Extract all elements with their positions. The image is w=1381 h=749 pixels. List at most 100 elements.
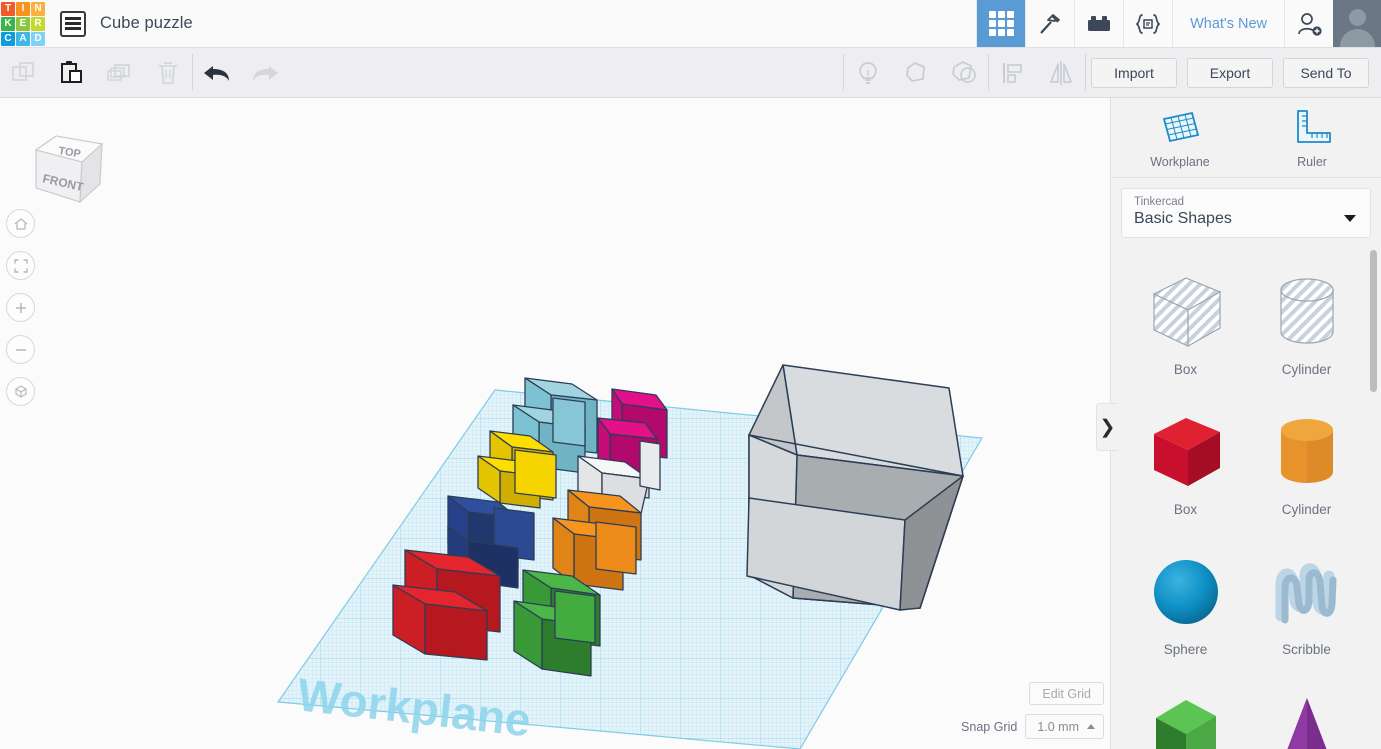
ruler-tool[interactable]: Ruler	[1275, 107, 1349, 169]
cone-icon	[1287, 698, 1326, 749]
snap-grid-label: Snap Grid	[961, 719, 1018, 734]
fit-to-view-icon	[13, 258, 28, 273]
shape-cone[interactable]	[1246, 680, 1367, 749]
copy-button[interactable]	[0, 48, 48, 97]
hide-button[interactable]	[844, 48, 892, 97]
shape-cylinder-solid-label: Cylinder	[1281, 502, 1332, 517]
shape-cylinder-solid[interactable]: Cylinder	[1246, 400, 1367, 540]
whats-new-link[interactable]: What's New	[1172, 0, 1284, 47]
paste-button[interactable]	[48, 48, 96, 97]
duplicate-button[interactable]	[96, 48, 144, 97]
duplicate-icon	[107, 63, 130, 81]
3d-viewport[interactable]: Workplane TOP FRONT Edit Grid Snap Grid …	[0, 98, 1110, 749]
add-person-icon	[1298, 12, 1322, 36]
shape-cylinder-hole-label: Cylinder	[1281, 362, 1332, 377]
shape-sphere[interactable]: Sphere	[1125, 540, 1246, 680]
undo-arrow-icon	[204, 65, 229, 81]
shape-roof[interactable]	[1125, 680, 1246, 749]
paste-icon	[61, 60, 82, 83]
shape-box-solid[interactable]: Box	[1125, 400, 1246, 540]
tab-codeblocks[interactable]	[1123, 0, 1173, 47]
box-solid-icon	[1153, 418, 1220, 486]
shape-scribble[interactable]: Scribble	[1246, 540, 1367, 680]
mirror-button[interactable]	[1037, 48, 1085, 97]
roof-wedge-icon	[1155, 700, 1216, 749]
invite-people-button[interactable]	[1284, 0, 1333, 47]
shape-box-solid-label: Box	[1173, 502, 1198, 517]
copy-icon	[12, 61, 34, 81]
delete-button[interactable]	[144, 48, 192, 97]
mirror-flip-icon	[1050, 60, 1072, 85]
send-to-button[interactable]: Send To	[1283, 58, 1369, 88]
logo-tile-k: K	[1, 16, 15, 31]
edit-toolbar: Import Export Send To	[0, 48, 1381, 98]
cylinder-solid-icon	[1280, 419, 1333, 483]
caret-up-icon	[1087, 724, 1095, 729]
import-button[interactable]: Import	[1091, 58, 1177, 88]
shapes-scrollbar[interactable]	[1370, 250, 1377, 392]
view-cube[interactable]: TOP FRONT	[18, 114, 104, 206]
tinkercad-app: T I N K E R C A D Cube puzzle What's New…	[0, 0, 1381, 749]
logo-tile-r: R	[31, 16, 45, 31]
minus-icon	[15, 348, 26, 351]
shape-box-hole-label: Box	[1173, 362, 1198, 377]
tab-3d-designs[interactable]	[976, 0, 1026, 47]
perspective-toggle-button[interactable]	[6, 377, 35, 406]
zoom-in-button[interactable]	[6, 293, 35, 322]
logo-tile-i: I	[16, 1, 30, 16]
ungroup-shapes-icon	[952, 60, 976, 83]
logo-tile-a: A	[16, 31, 30, 46]
fit-view-button[interactable]	[6, 251, 35, 280]
cylinder-hole-icon	[1279, 278, 1334, 344]
group-shapes-icon	[906, 61, 925, 82]
home-icon	[14, 217, 27, 230]
tinkercad-logo[interactable]: T I N K E R C A D	[0, 0, 46, 46]
redo-button[interactable]	[241, 48, 289, 97]
ortho-cube-icon	[14, 384, 27, 398]
app-header: T I N K E R C A D Cube puzzle What's New	[0, 0, 1381, 48]
piece-red	[392, 549, 501, 661]
grid-icon	[988, 11, 1014, 36]
shape-library-dropdown[interactable]: Tinkercad Basic Shapes	[1121, 188, 1371, 238]
list-menu-icon[interactable]	[60, 10, 86, 37]
gray-box-container	[746, 364, 964, 611]
toolbar-divider-4	[1085, 54, 1086, 91]
panel-tools: Workplane Ruler	[1111, 98, 1381, 178]
edit-grid-button[interactable]: Edit Grid	[1029, 682, 1104, 705]
tab-codeblocks-hammer[interactable]	[1025, 0, 1075, 47]
snap-grid-value: 1.0 mm	[1037, 719, 1079, 734]
workplane-tool[interactable]: Workplane	[1143, 107, 1217, 169]
header-actions: What's New	[976, 0, 1381, 47]
shape-box-hole[interactable]: Box	[1125, 260, 1246, 400]
home-view-button[interactable]	[6, 209, 35, 238]
workplane-tool-label: Workplane	[1150, 154, 1210, 169]
tab-bricks[interactable]	[1074, 0, 1124, 47]
ungroup-button[interactable]	[940, 48, 988, 97]
brick-icon	[1088, 15, 1111, 31]
logo-tile-c: C	[1, 31, 15, 46]
hammer-icon	[1040, 13, 1060, 34]
page-title[interactable]: Cube puzzle	[100, 14, 193, 33]
snap-grid-select[interactable]: 1.0 mm	[1025, 714, 1104, 739]
logo-tile-t: T	[1, 1, 15, 16]
lightbulb-icon	[859, 61, 877, 84]
library-selected-value: Basic Shapes	[1134, 210, 1232, 227]
group-button[interactable]	[892, 48, 940, 97]
chevron-down-icon	[1344, 215, 1356, 222]
library-owner-label: Tinkercad	[1134, 196, 1185, 208]
ruler-tool-label: Ruler	[1297, 154, 1327, 169]
avatar[interactable]	[1333, 0, 1381, 47]
align-button[interactable]	[989, 48, 1037, 97]
shape-list[interactable]: Box Cylinder Box Cylinder Sphere Scribbl…	[1111, 248, 1381, 749]
scene-render: Workplane	[276, 364, 983, 749]
shape-cylinder-hole[interactable]: Cylinder	[1246, 260, 1367, 400]
export-button[interactable]: Export	[1187, 58, 1273, 88]
align-tools	[989, 48, 1085, 97]
zoom-out-button[interactable]	[6, 335, 35, 364]
collapse-panel-button[interactable]: ❯	[1096, 403, 1118, 451]
undo-button[interactable]	[193, 48, 241, 97]
logo-tile-d: D	[31, 31, 45, 46]
redo-arrow-icon	[253, 65, 278, 81]
scribble-icon	[1275, 563, 1336, 624]
